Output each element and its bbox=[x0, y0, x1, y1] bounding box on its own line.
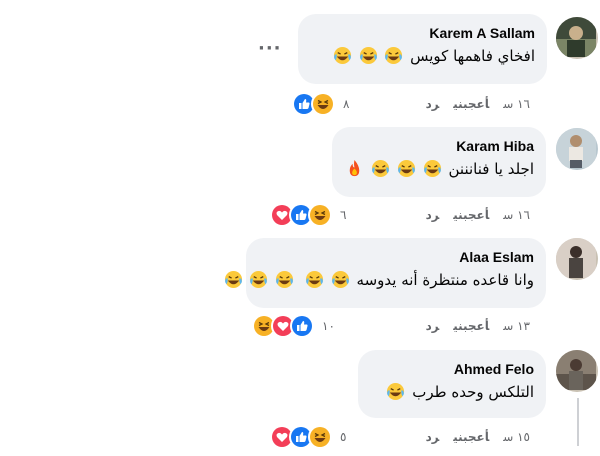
laughing-crying-emoji-icon bbox=[333, 46, 352, 65]
laughing-crying-emoji-icon bbox=[305, 270, 324, 289]
comment-author[interactable]: Ahmed Felo bbox=[372, 360, 534, 378]
comment-text: التلكس وحده طرب bbox=[372, 382, 534, 402]
like-icon bbox=[290, 314, 314, 338]
comment-actions: ١٦ س أعجبني رد bbox=[412, 204, 530, 226]
comment-time[interactable]: ١٣ س bbox=[503, 319, 530, 333]
comment-bubble: Ahmed Felo التلكس وحده طرب bbox=[358, 350, 546, 418]
laughing-crying-emoji-icon bbox=[331, 270, 350, 289]
avatar[interactable] bbox=[556, 350, 598, 392]
laughing-crying-emoji-icon bbox=[224, 270, 243, 289]
reaction-count: ٦ bbox=[340, 208, 347, 222]
comment-bubble: Alaa Eslam وانا قاعده منتظرة أنه يدوسه bbox=[224, 238, 546, 308]
reaction-summary[interactable]: ٨ bbox=[292, 92, 353, 116]
like-link[interactable]: أعجبني bbox=[453, 319, 489, 333]
laughing-crying-emoji-icon bbox=[275, 270, 294, 289]
laughing-crying-emoji-icon bbox=[397, 159, 416, 178]
avatar[interactable] bbox=[556, 238, 598, 280]
comment-bubble: Karam Hiba اجلد يا فنانننن bbox=[332, 127, 546, 197]
comment-bubble: Karem A Sallam افخاي فاهمها كويس bbox=[298, 14, 547, 84]
reply-link[interactable]: رد bbox=[426, 208, 440, 222]
comment-author[interactable]: Karem A Sallam bbox=[312, 24, 535, 42]
haha-icon bbox=[308, 203, 332, 227]
more-options-icon[interactable]: ··· bbox=[258, 38, 282, 59]
comment-time[interactable]: ١٥ س bbox=[503, 430, 530, 444]
reply-link[interactable]: رد bbox=[426, 430, 440, 444]
like-link[interactable]: أعجبني bbox=[453, 97, 489, 111]
comment-text: وانا قاعده منتظرة أنه يدوسه bbox=[224, 270, 534, 290]
comment-text-content: افخاي فاهمها كويس bbox=[410, 47, 535, 65]
laughing-crying-emoji-icon bbox=[371, 159, 390, 178]
comment-actions: ١٥ س أعجبني رد bbox=[412, 426, 530, 448]
comment-actions: ١٦ س أعجبني رد bbox=[412, 93, 530, 115]
haha-icon bbox=[311, 92, 335, 116]
comment-text: افخاي فاهمها كويس bbox=[312, 46, 535, 66]
fire-emoji-icon bbox=[345, 159, 364, 178]
comment-text-content: اجلد يا فنانننن bbox=[448, 160, 534, 178]
reaction-summary[interactable]: ٦ bbox=[270, 203, 350, 227]
reaction-summary[interactable]: ٥ bbox=[270, 425, 350, 449]
reaction-count: ١٠ bbox=[322, 319, 335, 333]
comment-author[interactable]: Alaa Eslam bbox=[260, 248, 534, 266]
reaction-summary[interactable]: ١٠ bbox=[252, 314, 339, 338]
avatar[interactable] bbox=[556, 128, 598, 170]
like-link[interactable]: أعجبني bbox=[453, 430, 489, 444]
comment-author[interactable]: Karam Hiba bbox=[346, 137, 534, 155]
reaction-count: ٥ bbox=[340, 430, 347, 444]
comment-time[interactable]: ١٦ س bbox=[503, 97, 530, 111]
haha-icon bbox=[308, 425, 332, 449]
comment-text: اجلد يا فنانننن bbox=[346, 159, 534, 179]
laughing-crying-emoji-icon bbox=[249, 270, 268, 289]
avatar[interactable] bbox=[556, 17, 598, 59]
reply-link[interactable]: رد bbox=[426, 97, 440, 111]
reaction-count: ٨ bbox=[343, 97, 350, 111]
comment-text-content: وانا قاعده منتظرة أنه يدوسه bbox=[356, 271, 534, 289]
reply-thread-line bbox=[577, 398, 579, 446]
comment-actions: ١٣ س أعجبني رد bbox=[412, 315, 530, 337]
laughing-crying-emoji-icon bbox=[384, 46, 403, 65]
comment-text-content: التلكس وحده طرب bbox=[412, 383, 534, 401]
reply-link[interactable]: رد bbox=[426, 319, 440, 333]
laughing-crying-emoji-icon bbox=[359, 46, 378, 65]
like-link[interactable]: أعجبني bbox=[453, 208, 489, 222]
laughing-crying-emoji-icon bbox=[423, 159, 442, 178]
comment-time[interactable]: ١٦ س bbox=[503, 208, 530, 222]
laughing-crying-emoji-icon bbox=[386, 382, 405, 401]
